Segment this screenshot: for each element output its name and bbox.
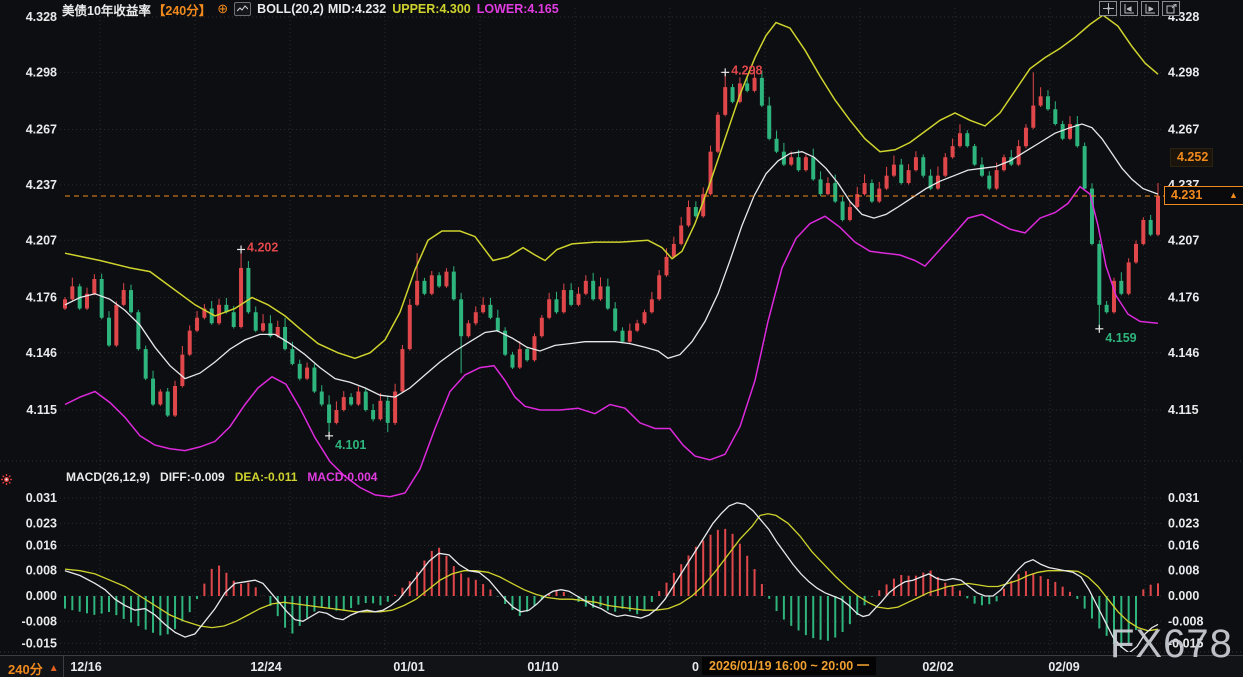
macd-header: MACD(26,12,9) DIFF:-0.009 DEA:-0.011 MAC… <box>66 470 377 484</box>
grid <box>0 8 1243 652</box>
divider <box>63 656 64 677</box>
svg-text:4.101: 4.101 <box>335 438 366 452</box>
interval-triangle-icon: ▲ <box>49 664 59 674</box>
axis-label: 0.031 <box>26 491 57 505</box>
axis-label: 0.000 <box>1168 589 1199 603</box>
chart-type-icon[interactable] <box>234 2 251 16</box>
add-indicator-icon[interactable]: ⊕ <box>217 3 228 15</box>
boll-upper-line <box>65 15 1158 358</box>
axis-label: -0.008 <box>1168 614 1203 628</box>
macd-diff-curve <box>65 503 1158 653</box>
macd-dea-curve <box>65 514 1158 631</box>
axis-label: 4.115 <box>26 403 57 417</box>
axis-label: 4.146 <box>26 346 57 360</box>
upper-price-badge: 4.252 <box>1170 148 1213 167</box>
axis-label: 4.176 <box>26 290 57 304</box>
time-axis-bar: 240分 ▲ 12/1612/2401/0101/1002/0202/09 0 … <box>0 655 1243 677</box>
snapshot-icon[interactable] <box>1162 1 1180 16</box>
axis-label: 0.031 <box>1168 491 1199 505</box>
svg-text:4.298: 4.298 <box>731 63 762 77</box>
macd-macd-value: MACD:0.004 <box>307 470 377 484</box>
boll-mid-line <box>65 124 1158 397</box>
date-tick-label: 01/10 <box>527 660 558 674</box>
candles <box>63 69 1160 436</box>
svg-text:4.159: 4.159 <box>1105 331 1136 345</box>
date-tick-label: 02/02 <box>922 660 953 674</box>
axis-label: 4.207 <box>26 233 57 247</box>
axis-label: -0.015 <box>22 636 57 650</box>
chart-canvas[interactable]: 4.2024.1014.2984.1594.3284.3284.2984.298… <box>0 0 1243 655</box>
axis-label: 0.023 <box>26 516 57 530</box>
instrument-title: 美债10年收益率 <box>62 0 151 19</box>
axis-scale-left-icon[interactable] <box>1120 1 1138 16</box>
boll-label: BOLL(20,2) <box>257 2 324 16</box>
date-tick-label: 02/09 <box>1048 660 1079 674</box>
indicator-settings-icon[interactable] <box>1 472 12 490</box>
interval-selector[interactable]: 240分 ▲ <box>8 659 59 677</box>
axis-scale-right-icon[interactable] <box>1141 1 1159 16</box>
axis-label: -0.008 <box>22 614 57 628</box>
hover-period-tooltip: 2026/01/19 16:00 ~ 20:00 一 <box>702 657 876 675</box>
chart-header: 美债10年收益率【240分】 ⊕ BOLL(20,2) MID:4.232 UP… <box>62 1 559 17</box>
price-up-arrow-icon: ▲ <box>1229 191 1238 200</box>
axis-label: 0.000 <box>26 589 57 603</box>
macd-diff-value: DIFF:-0.009 <box>160 470 225 484</box>
extreme-markers: 4.202 4.101 4.298 4.159 <box>237 63 1137 451</box>
axis-label: 4.267 <box>1168 123 1199 137</box>
axis-label: 4.328 <box>26 10 57 24</box>
macd-dea-value: DEA:-0.011 <box>235 470 298 484</box>
axis-label: 4.237 <box>26 178 57 192</box>
axis-label: 0.016 <box>26 538 57 552</box>
axis-label: 0.008 <box>1168 564 1199 578</box>
axis-label: 4.298 <box>26 65 57 79</box>
boll-mid-value: MID:4.232 <box>328 2 386 16</box>
svg-text:4.202: 4.202 <box>247 240 278 254</box>
pan-icon[interactable] <box>1099 1 1117 16</box>
boll-upper-value: UPPER:4.300 <box>392 2 471 16</box>
date-tick-label: 01/01 <box>393 660 424 674</box>
axis-label: 4.267 <box>26 123 57 137</box>
date-tick-label: 12/16 <box>70 660 101 674</box>
axis-label: 0.008 <box>26 564 57 578</box>
axis-label: -0.015 <box>1168 636 1203 650</box>
axis-label: 4.207 <box>1168 233 1199 247</box>
boll-lower-value: LOWER:4.165 <box>477 2 559 16</box>
interval-label: 240分 <box>8 659 43 677</box>
axis-label: 0.016 <box>1168 538 1199 552</box>
axis-label: 4.176 <box>1168 290 1199 304</box>
axis-label: 0.023 <box>1168 516 1199 530</box>
axis-label: 4.298 <box>1168 65 1199 79</box>
interval-tag: 【240分】 <box>153 0 211 19</box>
date-tick-partial: 0 <box>692 660 699 674</box>
axis-label: 4.115 <box>1168 403 1199 417</box>
date-tick-label: 12/24 <box>250 660 281 674</box>
chart-window: 4.2024.1014.2984.1594.3284.3284.2984.298… <box>0 0 1243 677</box>
chart-toolbar <box>1099 1 1180 16</box>
axis-label: 4.146 <box>1168 346 1199 360</box>
macd-params-label: MACD(26,12,9) <box>66 470 150 484</box>
